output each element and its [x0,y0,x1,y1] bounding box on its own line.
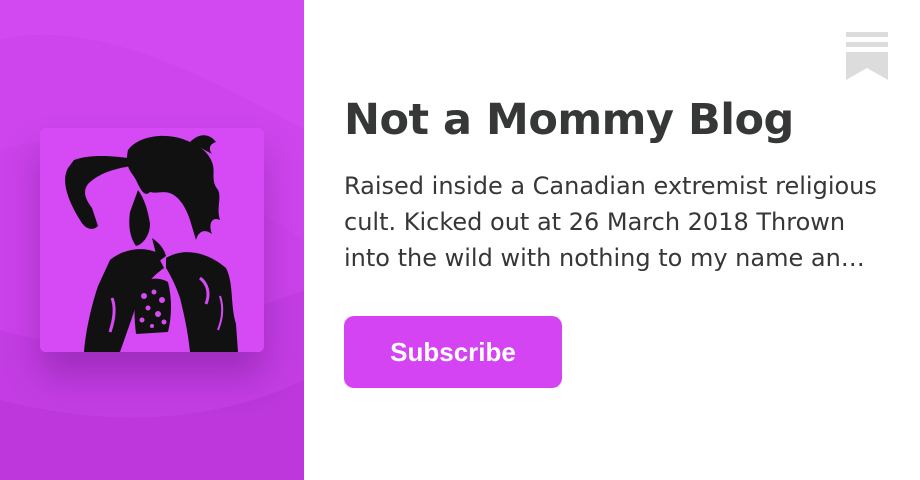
bookmark-icon [846,32,888,80]
subscribe-button[interactable]: Subscribe [344,316,562,388]
publication-description: Raised inside a Canadian extremist relig… [344,172,877,272]
publication-title: Not a Mommy Blog [344,95,794,145]
publication-avatar [40,128,264,352]
cover-panel [0,0,304,480]
publication-card: Not a Mommy Blog Raised inside a Canadia… [0,0,920,480]
publication-info: Not a Mommy Blog Raised inside a Canadia… [344,0,884,480]
woman-silhouette-image [40,128,264,352]
